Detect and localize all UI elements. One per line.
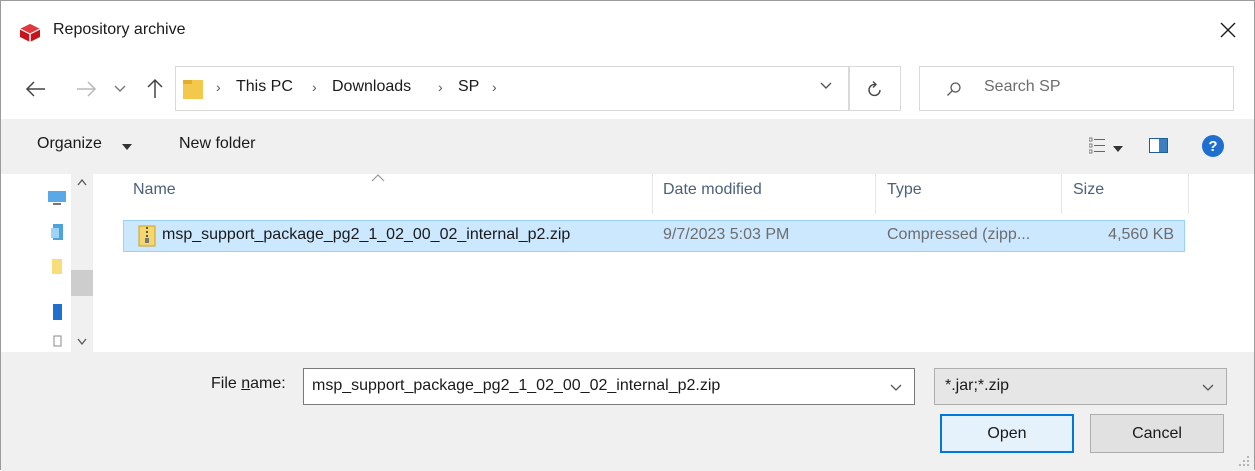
address-bar[interactable]: › This PC › Downloads › SP › <box>175 66 849 111</box>
breadcrumb-separator[interactable]: › <box>492 79 497 95</box>
nav-pane-scroll-thumb[interactable] <box>71 270 93 296</box>
cancel-button[interactable]: Cancel <box>1090 414 1224 453</box>
window-title: Repository archive <box>53 21 186 38</box>
desktop-icon[interactable] <box>47 188 67 208</box>
column-divider[interactable] <box>1061 174 1062 214</box>
file-name-cell: msp_support_package_pg2_1_02_00_02_inter… <box>162 226 571 243</box>
recent-locations-chevron-icon[interactable] <box>113 83 127 95</box>
column-header-name[interactable]: Name <box>133 177 176 209</box>
back-arrow-icon[interactable] <box>25 79 47 99</box>
file-name-label-mnemonic: n <box>241 375 251 392</box>
table-row[interactable]: msp_support_package_pg2_1_02_00_02_inter… <box>123 220 1185 252</box>
file-name-field[interactable]: msp_support_package_pg2_1_02_00_02_inter… <box>303 368 915 405</box>
type-cell: Compressed (zipp... <box>887 226 1031 243</box>
breadcrumb-separator: › <box>312 79 317 95</box>
column-header-size[interactable]: Size <box>1073 177 1104 209</box>
scroll-down-icon[interactable] <box>77 338 87 346</box>
file-name-label-pre: File <box>211 375 242 392</box>
file-list: Name Date modified Type Size <box>99 174 1254 352</box>
preview-pane-icon[interactable] <box>1149 138 1168 153</box>
network-icon[interactable] <box>47 332 67 352</box>
search-placeholder: Search SP <box>984 78 1061 95</box>
zip-file-icon <box>138 225 156 247</box>
date-modified-cell: 9/7/2023 5:03 PM <box>663 226 790 243</box>
nav-pane-scrollbar[interactable] <box>71 174 93 352</box>
column-divider[interactable] <box>875 174 876 214</box>
column-header-date-modified[interactable]: Date modified <box>663 177 762 209</box>
chevron-down-icon[interactable] <box>1113 146 1123 152</box>
view-options-icon[interactable] <box>1089 137 1105 155</box>
breadcrumb-sp[interactable]: SP <box>458 78 479 96</box>
drive-icon[interactable] <box>47 302 67 322</box>
column-divider[interactable] <box>1188 174 1189 214</box>
resize-grip-icon[interactable] <box>1238 455 1250 467</box>
file-dialog-window: Repository archive › This PC › Downloads… <box>0 0 1255 471</box>
refresh-icon <box>868 80 881 96</box>
file-type-value: *.jar;*.zip <box>945 377 1010 394</box>
file-name-value: msp_support_package_pg2_1_02_00_02_inter… <box>312 377 721 394</box>
breadcrumb-downloads[interactable]: Downloads <box>332 78 411 96</box>
file-type-select[interactable]: *.jar;*.zip <box>934 368 1227 405</box>
close-icon <box>1220 22 1236 38</box>
help-icon[interactable]: ? <box>1201 134 1225 158</box>
svg-text:?: ? <box>1208 138 1217 155</box>
navigation-pane[interactable] <box>1 174 99 352</box>
breadcrumb-separator: › <box>216 79 221 95</box>
search-icon <box>947 82 961 96</box>
close-button[interactable] <box>1202 7 1254 53</box>
footer-panel: File name: msp_support_package_pg2_1_02_… <box>1 352 1254 471</box>
breadcrumb-this-pc[interactable]: This PC <box>236 78 293 96</box>
organize-menu[interactable]: Organize <box>37 135 102 153</box>
app-icon <box>19 24 41 42</box>
file-name-label: File name: <box>211 375 286 393</box>
sort-ascending-icon <box>371 174 385 182</box>
breadcrumb-separator: › <box>438 79 443 95</box>
content-area: Name Date modified Type Size msp_support… <box>1 174 1254 352</box>
open-button[interactable]: Open <box>940 414 1074 453</box>
folder-icon <box>183 80 203 99</box>
title-bar: Repository archive <box>1 1 1254 61</box>
up-arrow-icon[interactable] <box>145 77 165 99</box>
new-folder-button[interactable]: New folder <box>179 135 255 153</box>
chevron-down-icon[interactable] <box>890 384 902 392</box>
documents-icon[interactable] <box>47 222 67 242</box>
column-header-type[interactable]: Type <box>887 177 922 209</box>
forward-arrow-icon[interactable] <box>75 79 97 99</box>
chevron-down-icon[interactable] <box>819 81 833 91</box>
column-divider[interactable] <box>652 174 653 214</box>
chevron-down-icon <box>1202 384 1214 391</box>
refresh-button[interactable] <box>849 66 901 111</box>
file-name-label-post: ame: <box>250 375 286 392</box>
folder-icon[interactable] <box>47 256 67 276</box>
command-bar: Organize New folder ? <box>1 119 1254 174</box>
chevron-down-icon[interactable] <box>122 144 132 150</box>
search-input[interactable]: Search SP <box>919 66 1234 111</box>
scroll-up-icon[interactable] <box>77 178 87 186</box>
size-cell: 4,560 KB <box>1108 226 1174 243</box>
